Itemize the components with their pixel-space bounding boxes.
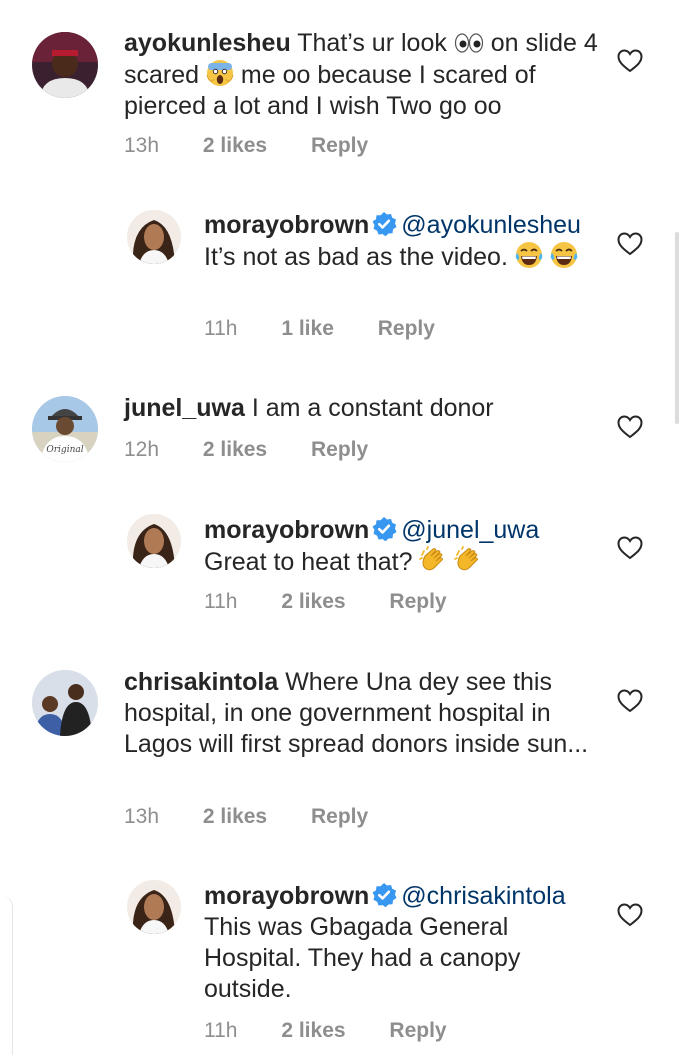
avatar[interactable]: [32, 32, 98, 98]
heart-outline-icon[interactable]: [617, 903, 643, 927]
reply-time: 11h: [204, 590, 238, 613]
comment-username[interactable]: ayokunlesheu: [124, 29, 291, 57]
comment-meta: 13h 2 likes Reply: [124, 134, 406, 158]
likes-count[interactable]: 1 like: [281, 317, 334, 340]
reply-text: morayobrown @junel_uwa Great to heat that…: [204, 516, 540, 576]
likes-count[interactable]: 2 likes: [203, 134, 267, 157]
reply-username[interactable]: morayobrown: [204, 882, 369, 910]
likes-count[interactable]: 2 likes: [203, 805, 267, 828]
mention-link[interactable]: @chrisakintola: [401, 882, 565, 910]
reply-button[interactable]: Reply: [311, 805, 368, 828]
avatar[interactable]: [32, 670, 98, 736]
mention-link[interactable]: @ayokunlesheu: [401, 211, 581, 239]
comment-text: junel_uwa I am a constant donor: [124, 394, 494, 422]
comment-text: ayokunlesheu That’s ur look on slide 4 s…: [124, 29, 598, 120]
verified-badge-icon: [371, 516, 397, 542]
reply-meta: 11h 2 likes Reply: [204, 590, 485, 614]
reply-time: 11h: [204, 1019, 238, 1042]
heart-outline-icon[interactable]: [617, 49, 643, 73]
avatar[interactable]: Original: [32, 396, 98, 462]
laughing-emoji-icon: [550, 241, 578, 269]
reply-button[interactable]: Reply: [378, 317, 435, 340]
avatar[interactable]: [127, 880, 181, 934]
heart-outline-icon[interactable]: [617, 415, 643, 439]
reply-button[interactable]: Reply: [311, 438, 368, 461]
likes-count[interactable]: 2 likes: [281, 1019, 345, 1042]
scrollbar[interactable]: [675, 232, 679, 424]
reply-time: 11h: [204, 317, 238, 340]
scream-emoji-icon: [206, 59, 234, 87]
avatar[interactable]: [127, 514, 181, 568]
comment-time: 12h: [124, 438, 160, 461]
comment-time: 13h: [124, 134, 160, 157]
comment-username[interactable]: chrisakintola: [124, 668, 278, 696]
reply-text: morayobrown @ayokunlesheu It’s not as bad…: [204, 211, 581, 271]
likes-count[interactable]: 2 likes: [203, 438, 267, 461]
reply-username[interactable]: morayobrown: [204, 516, 369, 544]
comment-time: 13h: [124, 805, 160, 828]
reply-button[interactable]: Reply: [311, 134, 368, 157]
svg-text:Original: Original: [46, 445, 83, 455]
reply-meta: 11h 2 likes Reply: [204, 1019, 485, 1043]
reply-button[interactable]: Reply: [389, 590, 446, 613]
avatar[interactable]: [127, 210, 181, 264]
heart-outline-icon[interactable]: [617, 689, 643, 713]
input-panel-edge: [0, 895, 13, 1055]
reply-meta: 11h 1 like Reply: [204, 317, 473, 341]
comment-username[interactable]: junel_uwa: [124, 394, 245, 422]
reply-username[interactable]: morayobrown: [204, 211, 369, 239]
verified-badge-icon: [371, 882, 397, 908]
reply-text: morayobrown @chrisakintola This was Gbaga…: [204, 882, 566, 1003]
laughing-emoji-icon: [515, 241, 543, 269]
mention-link[interactable]: @junel_uwa: [401, 516, 539, 544]
clapping-hands-emoji-icon: [454, 546, 482, 574]
heart-outline-icon[interactable]: [617, 232, 643, 256]
likes-count[interactable]: 2 likes: [281, 590, 345, 613]
verified-badge-icon: [371, 211, 397, 237]
eyes-emoji-icon: [454, 31, 484, 55]
clapping-hands-emoji-icon: [419, 546, 447, 574]
comment-text: chrisakintola Where Una dey see this hos…: [124, 668, 589, 758]
comment-meta: 12h 2 likes Reply: [124, 438, 406, 462]
comment-meta: 13h 2 likes Reply: [124, 805, 406, 829]
heart-outline-icon[interactable]: [617, 536, 643, 560]
reply-button[interactable]: Reply: [389, 1019, 446, 1042]
